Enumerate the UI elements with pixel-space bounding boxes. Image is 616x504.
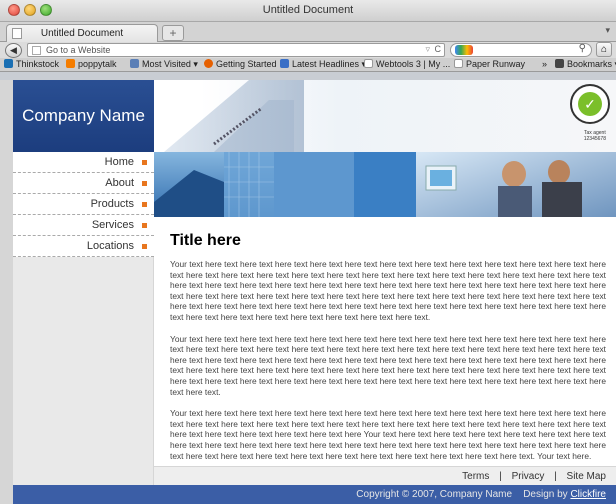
bookmark-webtools[interactable]: Webtools 3 | My ... xyxy=(364,59,450,69)
bookmarks-overflow-chevron[interactable]: » xyxy=(542,59,547,69)
copyright-text: Copyright © 2007, Company Name xyxy=(356,489,513,500)
thinkstock-icon xyxy=(4,59,13,68)
footer-bar: Copyright © 2007, Company Name Design by… xyxy=(154,485,616,504)
menu-item-home[interactable]: Home xyxy=(13,152,154,173)
bookmarks-icon xyxy=(555,59,564,68)
design-by-link[interactable]: Clickfire xyxy=(570,489,606,500)
body-paragraph: Your text here text here text here text … xyxy=(170,259,606,322)
bookmarks-toolbar: Thinkstock poppytalk Most Visited ▾ Gett… xyxy=(0,58,616,72)
back-button[interactable]: ◀ xyxy=(5,43,22,58)
window-titlebar: Untitled Document xyxy=(0,0,616,22)
reload-icon[interactable]: C xyxy=(435,44,442,54)
sidebar-footer xyxy=(13,485,154,504)
menu-item-services[interactable]: Services xyxy=(13,215,154,236)
registered-tax-agent-badge: ✓ xyxy=(570,84,610,124)
site-header: ✓ Tax agent 12345678 xyxy=(154,80,616,152)
company-name: Company Name xyxy=(22,106,145,125)
bookmark-latest-headlines[interactable]: Latest Headlines ▾ xyxy=(280,59,366,70)
search-bar[interactable]: ⚲ xyxy=(450,43,592,57)
back-arrow-icon: ◀ xyxy=(10,45,17,55)
home-icon: ⌂ xyxy=(600,44,608,55)
menu-item-locations[interactable]: Locations xyxy=(13,236,154,257)
logo-box[interactable]: Company Name xyxy=(13,80,154,152)
footer-separator: | xyxy=(554,471,557,482)
tab-list-chevron-icon[interactable]: ▾ xyxy=(605,25,610,36)
home-button[interactable]: ⌂ xyxy=(596,42,612,57)
search-icon[interactable]: ⚲ xyxy=(579,43,586,54)
site-identity-icon xyxy=(32,46,41,55)
blogger-icon xyxy=(66,59,75,68)
page-icon xyxy=(454,59,463,68)
bookmark-most-visited[interactable]: Most Visited ▾ xyxy=(130,59,198,70)
url-dropdown-icon[interactable]: ▿ xyxy=(425,44,430,55)
design-by-label: Design by xyxy=(523,489,568,500)
footer-link-privacy[interactable]: Privacy xyxy=(512,471,545,482)
menu-item-about[interactable]: About xyxy=(13,173,154,194)
tax-agent-label: Tax agent 12345678 xyxy=(583,130,606,142)
bookmark-thinkstock[interactable]: Thinkstock xyxy=(4,59,59,69)
skyscraper-header-image xyxy=(164,80,304,152)
rss-icon xyxy=(280,59,289,68)
firefox-icon xyxy=(204,59,213,68)
navigation-toolbar: ◀ Go to a Website ▿ C ⚲ ⌂ xyxy=(0,42,616,58)
page-icon xyxy=(364,59,373,68)
url-bar[interactable]: Go to a Website ▿ C xyxy=(27,43,445,57)
footer-link-site-map[interactable]: Site Map xyxy=(567,471,606,482)
footer-links: Terms | Privacy | Site Map xyxy=(154,466,616,485)
menu-item-products[interactable]: Products xyxy=(13,194,154,215)
window-left-edge xyxy=(0,80,13,504)
bookmark-getting-started[interactable]: Getting Started xyxy=(204,59,277,69)
page-icon xyxy=(12,28,22,39)
tab-untitled-document[interactable]: Untitled Document xyxy=(6,24,158,42)
body-paragraph: Your text here text here text here text … xyxy=(170,408,606,461)
url-input[interactable]: Go to a Website xyxy=(46,45,110,55)
page-title: Title here xyxy=(170,232,241,249)
most-visited-icon xyxy=(130,59,139,68)
site-menu: Home About Products Services Locations xyxy=(13,152,154,257)
new-tab-button[interactable]: + xyxy=(162,25,184,41)
google-search-engine-icon[interactable] xyxy=(455,45,473,55)
footer-separator: | xyxy=(499,471,502,482)
tab-label: Untitled Document xyxy=(40,28,124,39)
bookmark-paper-runway[interactable]: Paper Runway xyxy=(454,59,525,69)
site-sidebar: Company Name Home About Products Service… xyxy=(13,80,154,504)
header-banner-photos xyxy=(154,152,616,217)
web-page: Company Name Home About Products Service… xyxy=(13,80,616,504)
window-title: Untitled Document xyxy=(262,4,354,16)
tab-bar: Untitled Document + ▾ xyxy=(0,22,616,42)
bookmark-poppytalk[interactable]: poppytalk xyxy=(66,59,117,69)
body-paragraph: Your text here text here text here text … xyxy=(170,333,606,397)
banner-photo-collage xyxy=(154,152,616,217)
checkmark-icon: ✓ xyxy=(578,92,602,116)
main-content: Title here Your text here text here text… xyxy=(170,232,606,472)
bookmarks-menu[interactable]: Bookmarks ▾ xyxy=(555,59,616,70)
footer-link-terms[interactable]: Terms xyxy=(462,471,489,482)
